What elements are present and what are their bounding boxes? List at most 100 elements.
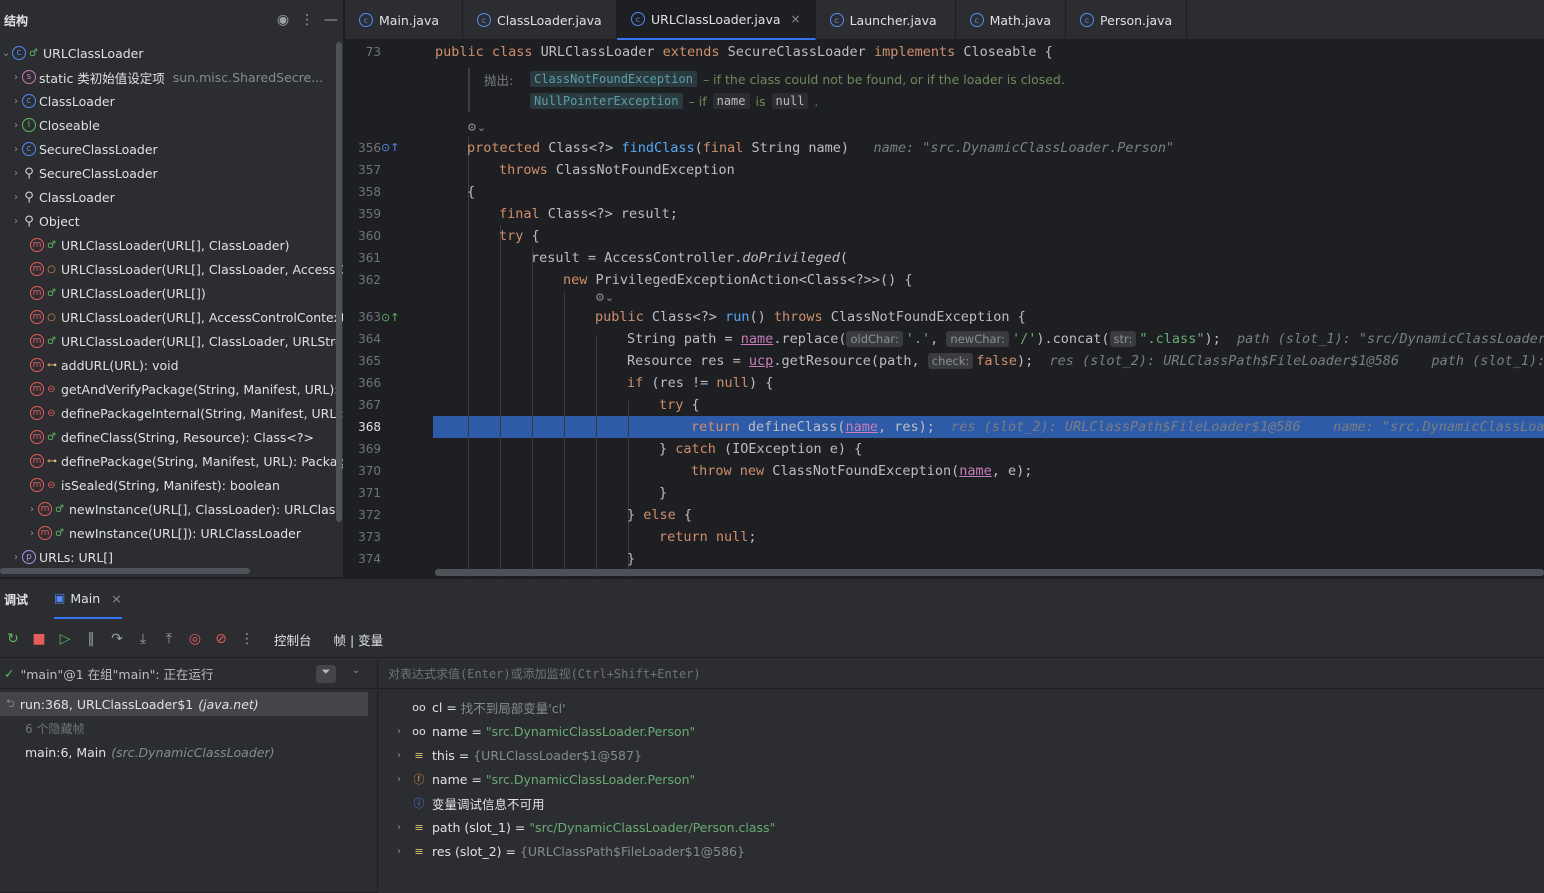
structure-tree-item[interactable]: › ⚲ SecureClassLoader xyxy=(10,161,158,185)
thread-selector[interactable]: ✓ "main"@1 在组"main": 正在运行 ⏷ ⌄ xyxy=(0,657,376,689)
variable-row[interactable]: › ≡ this = {URLClassLoader$1@587} xyxy=(388,743,642,767)
structure-tree-item[interactable]: › c SecureClassLoader xyxy=(10,137,158,161)
java-class-icon: c xyxy=(969,13,984,27)
chevron-icon[interactable]: › xyxy=(10,216,22,227)
toggle-doc-render-icon[interactable]: ⚙⌄ xyxy=(467,121,486,134)
rerun-icon[interactable]: ↻ xyxy=(0,626,26,652)
variable-row[interactable]: › ≡ res (slot_2) = {URLClassPath$FileLoade… xyxy=(388,839,745,863)
line-number: 356 xyxy=(358,141,381,155)
tab-frames-variables[interactable]: 帧 | 变量 xyxy=(334,630,384,649)
line-number: 372 xyxy=(358,508,381,522)
variable-row[interactable]: oo cl = 找不到局部变量'cl' xyxy=(388,695,565,719)
chevron-icon[interactable]: › xyxy=(26,528,38,539)
structure-tree-item[interactable]: › I Closeable xyxy=(10,113,100,137)
toggle-doc-render-icon[interactable]: ⚙⌄ xyxy=(595,291,614,304)
implements-method-icon[interactable]: ⊙↑ xyxy=(381,311,399,324)
frame-item[interactable]: ⮌ run:368, URLClassLoader$1 (java.net) xyxy=(0,692,368,716)
eye-icon[interactable]: ◉ xyxy=(271,12,295,28)
watch-icon: oo xyxy=(412,700,426,714)
frame-item[interactable]: main:6, Main (src.DynamicClassLoader) xyxy=(0,740,368,764)
stop-icon[interactable]: ■ xyxy=(26,626,52,652)
frame-return-icon: ⮌ xyxy=(6,696,15,710)
structure-tree-item[interactable]: ⌄ c ♂ URLClassLoader xyxy=(0,41,144,65)
more-options-icon[interactable]: ⋮ xyxy=(234,626,260,652)
structure-scrollbar-horizontal[interactable] xyxy=(0,568,250,574)
structure-tree-item[interactable]: › s static 类初始值设定项 sun.misc.SharedSecre... xyxy=(10,65,323,89)
chevron-icon[interactable]: › xyxy=(10,552,22,563)
tab-launcher[interactable]: c Launcher.java xyxy=(816,0,956,40)
resume-icon[interactable]: ▷ xyxy=(52,626,78,652)
minimize-icon[interactable]: — xyxy=(319,12,343,28)
structure-tree-item[interactable]: m ♂ defineClass(String, Resource): Class<?… xyxy=(26,425,314,449)
structure-tree-item[interactable]: m ♂ URLClassLoader(URL[]) xyxy=(26,281,206,305)
override-method-icon[interactable]: ⊙↑ xyxy=(381,141,399,154)
structure-header: 结构 ◉ ⋮ — xyxy=(0,0,343,40)
chevron-icon[interactable]: › xyxy=(10,72,22,83)
view-breakpoints-icon[interactable]: ◎ xyxy=(182,626,208,652)
structure-tree-item[interactable]: › m ♂ newInstance(URL[]): URLClassLoader xyxy=(26,521,301,545)
expand-chevron-icon[interactable]: › xyxy=(388,774,410,785)
structure-tree-item[interactable]: › c ClassLoader xyxy=(10,89,115,113)
chevron-icon[interactable]: › xyxy=(10,168,22,179)
tab-label: Launcher.java xyxy=(849,12,937,28)
structure-tree-item[interactable]: m ○ URLClassLoader(URL[], ClassLoader, Acc… xyxy=(26,257,343,281)
chevron-icon[interactable]: › xyxy=(10,192,22,203)
structure-tree-item[interactable]: m ♂ URLClassLoader(URL[], ClassLoader, URL… xyxy=(26,329,343,353)
debug-session-tab[interactable]: ▣ Main × xyxy=(54,579,122,619)
chevron-icon[interactable]: › xyxy=(26,504,38,515)
step-into-icon[interactable]: ⤓ xyxy=(130,626,156,652)
chevron-down-icon[interactable]: ⌄ xyxy=(352,665,360,676)
hidden-frames-item[interactable]: 6 个隐藏帧 xyxy=(0,716,368,740)
step-over-icon[interactable]: ↷ xyxy=(104,626,130,652)
doc-link-ClassNotFoundException[interactable]: ClassNotFoundException xyxy=(530,71,697,87)
tab-classloader[interactable]: c ClassLoader.java xyxy=(463,0,617,40)
doc-link-NullPointerException[interactable]: NullPointerException xyxy=(530,93,683,109)
variable-row[interactable]: › ⓕ name = "src.DynamicClassLoader.Person" xyxy=(388,767,695,791)
variable-row[interactable]: › oo name = "src.DynamicClassLoader.Person… xyxy=(388,719,695,743)
structure-tree-item[interactable]: m ⊖ isSealed(String, Manifest): boolean xyxy=(26,473,280,497)
structure-tree-item[interactable]: › ⚲ Object xyxy=(10,209,80,233)
visibility-icon: ⊖ xyxy=(47,383,56,395)
tab-person[interactable]: c Person.java xyxy=(1066,0,1188,40)
structure-tree-item[interactable]: m ⊖ getAndVerifyPackage(String, Manifest, … xyxy=(26,377,343,401)
tab-main[interactable]: c Main.java xyxy=(345,0,463,40)
pause-icon[interactable]: ‖ xyxy=(78,626,104,652)
method-icon: m xyxy=(30,406,44,420)
structure-item-label: ClassLoader xyxy=(39,93,115,109)
code-editor[interactable]: 73 356 357 358 359 360 361 362 363 364 365 366 367 36… xyxy=(345,41,1544,577)
mute-breakpoints-icon[interactable]: ⊘ xyxy=(208,626,234,652)
tab-urlclassloader[interactable]: c URLClassLoader.java × xyxy=(617,0,816,40)
chevron-icon[interactable]: › xyxy=(10,144,22,155)
tab-console[interactable]: 控制台 xyxy=(274,630,312,649)
chevron-icon[interactable]: › xyxy=(10,120,22,131)
structure-tree-item[interactable]: m ♂ URLClassLoader(URL[], ClassLoader) xyxy=(26,233,289,257)
structure-tree-item[interactable]: m ⊖ definePackageInternal(String, Manifest… xyxy=(26,401,343,425)
structure-tree-item[interactable]: m ⊶ definePackage(String, Manifest, URL): … xyxy=(26,449,343,473)
line-number: 370 xyxy=(358,464,381,478)
structure-tree-item[interactable]: m ○ URLClassLoader(URL[], AccessControlCon… xyxy=(26,305,343,329)
code-line-373: return null; xyxy=(659,529,757,545)
close-session-icon[interactable]: × xyxy=(111,591,121,606)
evaluate-expression-input[interactable]: 对表达式求值(Enter)或添加监视(Ctrl+Shift+Enter) xyxy=(378,657,1544,689)
structure-tree-item[interactable]: › ⚲ ClassLoader xyxy=(10,185,115,209)
visibility-icon: ♂ xyxy=(55,527,64,539)
java-class-icon: c xyxy=(1080,13,1095,27)
filter-icon[interactable]: ⏷ xyxy=(316,665,336,683)
variable-row[interactable]: ⓘ 变量调试信息不可用 xyxy=(388,791,545,815)
close-tab-icon[interactable]: × xyxy=(791,12,801,26)
step-out-icon[interactable]: ⤒ xyxy=(156,626,182,652)
structure-tree-item[interactable]: › m ♂ newInstance(URL[], ClassLoader): URLC… xyxy=(26,497,343,521)
expand-chevron-icon[interactable]: › xyxy=(388,846,410,857)
more-options-icon[interactable]: ⋮ xyxy=(295,12,319,28)
structure-tree-item[interactable]: › p URLs: URL[] xyxy=(10,545,113,569)
expand-chevron-icon[interactable]: › xyxy=(388,726,410,737)
chevron-icon[interactable]: › xyxy=(10,96,22,107)
structure-scrollbar-vertical[interactable] xyxy=(336,42,342,522)
editor-scrollbar-horizontal[interactable] xyxy=(435,569,1544,576)
expand-chevron-icon[interactable]: › xyxy=(388,750,410,761)
tab-math[interactable]: c Math.java xyxy=(956,0,1067,40)
variable-row[interactable]: › ≡ path (slot_1) = "src/DynamicClassLoade… xyxy=(388,815,775,839)
chevron-icon[interactable]: ⌄ xyxy=(0,48,12,59)
expand-chevron-icon[interactable]: › xyxy=(388,822,410,833)
structure-tree-item[interactable]: m ⊶ addURL(URL): void xyxy=(26,353,179,377)
